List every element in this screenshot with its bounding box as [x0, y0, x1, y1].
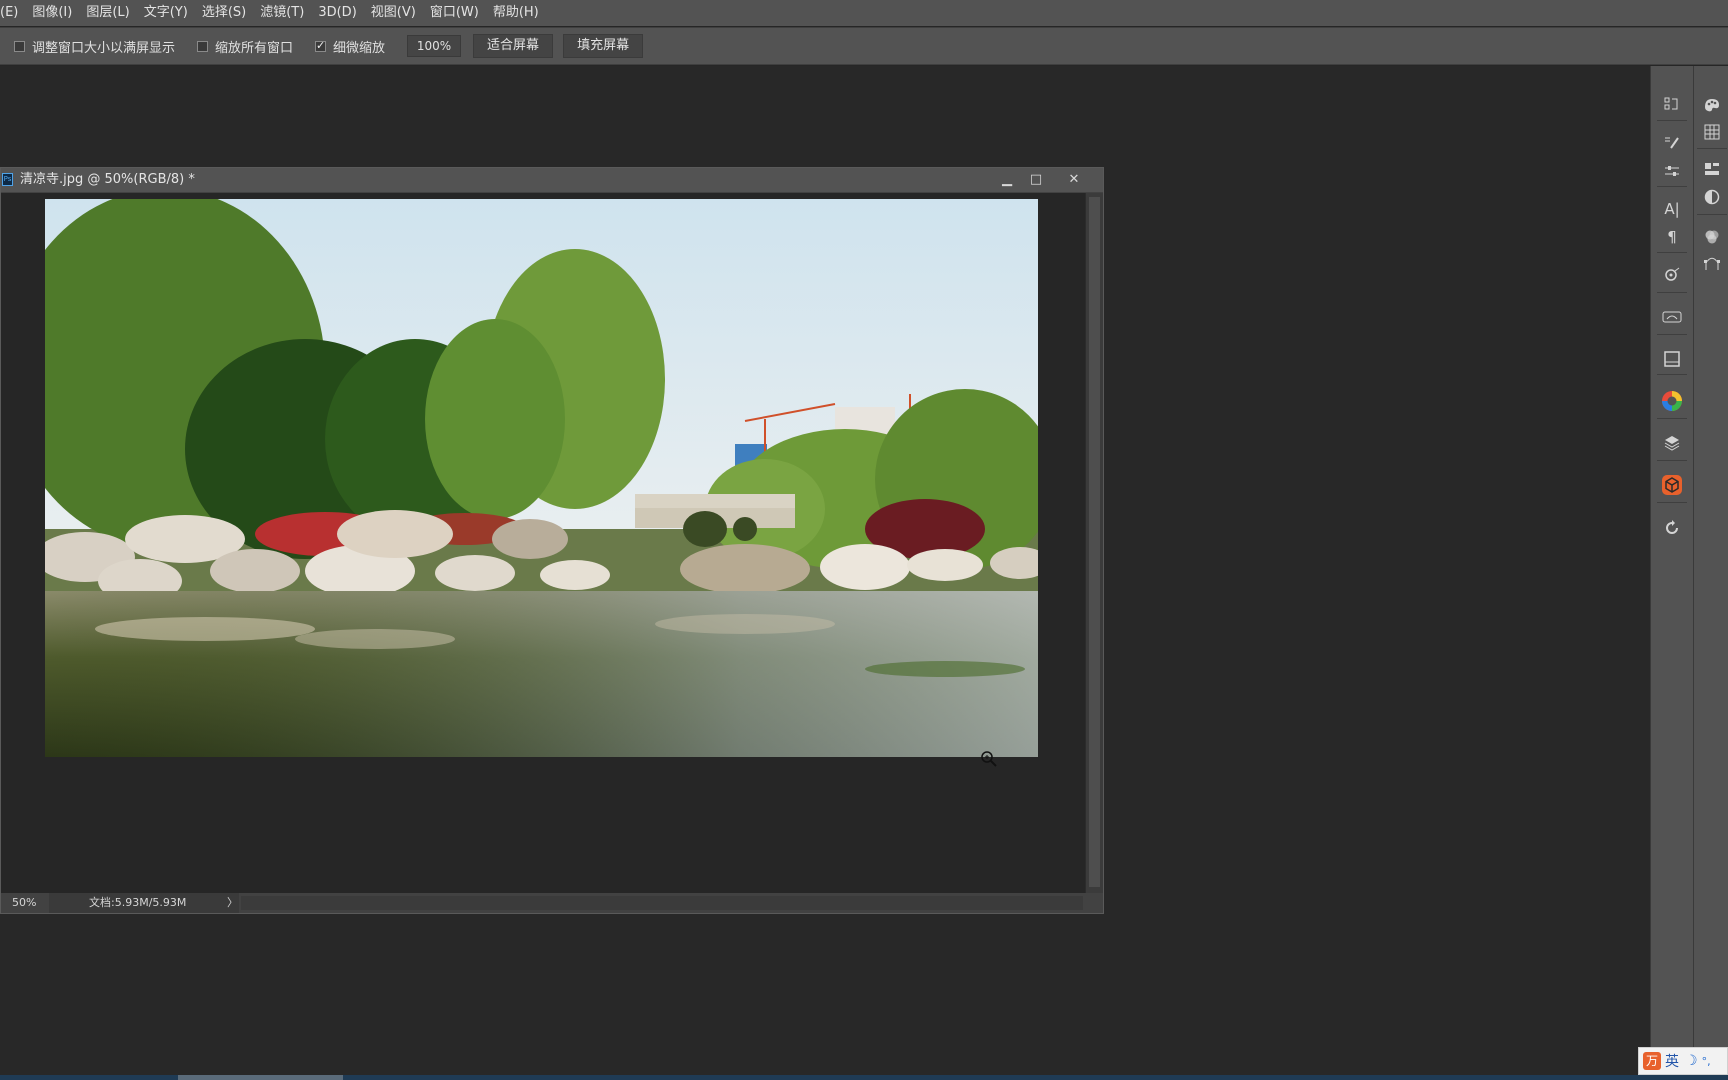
- ime-moon-icon[interactable]: ☽: [1685, 1053, 1698, 1069]
- scrollbar-thumb[interactable]: [1089, 197, 1100, 887]
- zoom-cursor-icon: [981, 751, 997, 767]
- zoom-all-windows-checkbox[interactable]: 缩放所有窗口: [197, 37, 293, 56]
- ime-toolbar[interactable]: 万 英 ☽ °,: [1638, 1047, 1728, 1075]
- panel-dock-2: [1693, 66, 1728, 1080]
- character-icon[interactable]: A|: [1661, 198, 1683, 220]
- horizontal-scrollbar[interactable]: [241, 896, 1083, 910]
- status-menu-arrow-icon[interactable]: 〉: [227, 893, 238, 913]
- close-button[interactable]: ✕: [1062, 171, 1086, 189]
- panel-separator: [1697, 214, 1727, 215]
- checkbox-box[interactable]: [197, 40, 209, 52]
- status-bar: 50% 文档:5.93M/5.93M 〉: [1, 893, 1103, 913]
- menu-filter[interactable]: 滤镜(T): [253, 0, 311, 26]
- checkbox-box[interactable]: [14, 40, 25, 52]
- fit-screen-button[interactable]: 适合屏幕: [473, 34, 554, 58]
- menu-select[interactable]: 选择(S): [195, 0, 253, 26]
- adjustments-icon[interactable]: [1701, 186, 1723, 208]
- menu-edit[interactable]: (E): [0, 0, 25, 26]
- libraries-icon[interactable]: [1701, 158, 1723, 180]
- menu-layer[interactable]: 图层(L): [79, 0, 136, 26]
- document-image: [45, 199, 1038, 757]
- ime-language-toggle[interactable]: 英: [1665, 1051, 1679, 1071]
- menu-bar: (E) 图像(I) 图层(L) 文字(Y) 选择(S) 滤镜(T) 3D(D) …: [0, 0, 1728, 26]
- document-title: 清凉寺.jpg @ 50%(RGB/8) *: [20, 172, 195, 187]
- panel-separator: [1657, 120, 1687, 121]
- vertical-scrollbar[interactable]: [1085, 193, 1103, 893]
- menu-help[interactable]: 帮助(H): [486, 0, 546, 26]
- panel-separator: [1657, 334, 1687, 335]
- fill-screen-button[interactable]: 填充屏幕: [563, 34, 644, 58]
- paths-icon[interactable]: [1701, 253, 1723, 275]
- properties-icon[interactable]: [1661, 348, 1683, 370]
- status-zoom[interactable]: 50%: [1, 893, 49, 913]
- brush-settings-icon[interactable]: [1661, 160, 1683, 182]
- 3d-icon[interactable]: [1661, 474, 1683, 496]
- resize-windows-checkbox[interactable]: 调整窗口大小以满屏显示: [14, 37, 175, 56]
- panel-separator: [1657, 460, 1687, 461]
- checkbox-box-checked[interactable]: [315, 39, 327, 52]
- grid-icon[interactable]: [1701, 121, 1723, 143]
- panel-dock-1: A| ¶: [1650, 66, 1693, 1080]
- ime-logo-icon[interactable]: 万: [1643, 1052, 1661, 1070]
- bottom-scroll-strip: [0, 1075, 1728, 1080]
- layers-icon[interactable]: [1661, 432, 1683, 454]
- minimize-button[interactable]: ▁: [995, 171, 1019, 189]
- menu-image[interactable]: 图像(I): [25, 0, 79, 26]
- maximize-button[interactable]: □: [1024, 171, 1048, 189]
- zoom-percent-field[interactable]: 100%: [407, 35, 462, 57]
- brush-presets-icon[interactable]: [1661, 132, 1683, 154]
- timeline-icon[interactable]: [1661, 306, 1683, 328]
- ime-punctuation-icon[interactable]: °,: [1702, 1055, 1711, 1068]
- ps-file-icon: Ps: [2, 173, 13, 186]
- scrubby-zoom-checkbox[interactable]: 细微缩放: [315, 37, 385, 56]
- panel-separator: [1657, 374, 1687, 375]
- status-doc-size: 文档:5.93M/5.93M: [49, 893, 239, 913]
- channels-icon[interactable]: [1701, 226, 1723, 248]
- panel-separator: [1657, 292, 1687, 293]
- paragraph-icon[interactable]: ¶: [1661, 226, 1683, 248]
- menu-view[interactable]: 视图(V): [364, 0, 423, 26]
- panel-separator: [1697, 148, 1727, 149]
- panel-separator: [1657, 502, 1687, 503]
- menu-3d[interactable]: 3D(D): [311, 0, 363, 26]
- history-icon[interactable]: [1661, 93, 1683, 115]
- photoshop-window: (E) 图像(I) 图层(L) 文字(Y) 选择(S) 滤镜(T) 3D(D) …: [0, 0, 1728, 1080]
- panel-separator: [1657, 186, 1687, 187]
- scrubby-zoom-label: 细微缩放: [333, 40, 386, 56]
- rotate-icon[interactable]: [1661, 517, 1683, 539]
- panel-separator: [1657, 418, 1687, 419]
- zoom-all-windows-label: 缩放所有窗口: [215, 40, 294, 56]
- menu-window[interactable]: 窗口(W): [423, 0, 486, 26]
- color-wheel-icon[interactable]: [1661, 390, 1683, 412]
- document-title-bar[interactable]: Ps 清凉寺.jpg @ 50%(RGB/8) * ▁ □ ✕: [1, 168, 1103, 192]
- options-bar: 调整窗口大小以满屏显示 缩放所有窗口 细微缩放 100% 适合屏幕 填充屏幕: [0, 27, 1728, 65]
- resize-windows-label: 调整窗口大小以满屏显示: [32, 40, 176, 56]
- panel-separator: [1657, 252, 1687, 253]
- clone-source-icon[interactable]: [1661, 264, 1683, 286]
- menu-type[interactable]: 文字(Y): [137, 0, 195, 26]
- swatches-icon[interactable]: [1701, 93, 1723, 115]
- bottom-scroll-thumb[interactable]: [178, 1075, 343, 1080]
